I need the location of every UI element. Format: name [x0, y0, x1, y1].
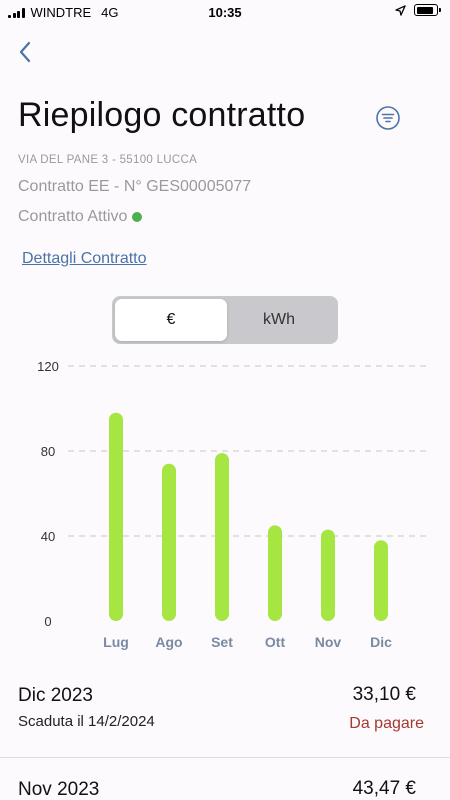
x-tick-label: Ott [265, 634, 286, 650]
bill-month: Dic 2023 [18, 685, 93, 706]
consumption-chart: 0 40 80 120 Lug Ago Set Ott Nov Dic [37, 359, 428, 650]
contract-number: Contratto EE - N° GES00005077 [18, 178, 252, 195]
bar-lug[interactable] [109, 412, 123, 621]
y-tick-label: 40 [41, 529, 55, 544]
bar-set[interactable] [215, 453, 229, 621]
bar-nov[interactable] [321, 529, 335, 621]
contract-status: Contratto Attivo [18, 208, 143, 226]
status-dot-icon [132, 212, 143, 222]
filter-list-icon[interactable] [375, 105, 401, 131]
y-tick-label: 80 [41, 444, 55, 459]
x-tick-label: Set [211, 634, 233, 650]
back-button[interactable] [12, 38, 40, 66]
bill-status-badge: Da pagare [349, 715, 424, 732]
contract-status-label: Contratto Attivo [18, 208, 128, 225]
divider [0, 757, 450, 758]
bill-due-date: Scaduta il 14/2/2024 [18, 713, 155, 730]
bill-amount: 43,47 € [352, 778, 416, 799]
y-tick-label: 0 [44, 614, 51, 629]
bar-ott[interactable] [268, 525, 282, 621]
battery-level [416, 6, 433, 14]
bill-month: Nov 2023 [18, 779, 100, 800]
toggle-euro[interactable]: € [115, 299, 227, 341]
bar-dic[interactable] [374, 540, 388, 621]
bill-amount: 33,10 € [352, 684, 416, 705]
unit-toggle: € kWh [112, 296, 338, 344]
page-title: Riepilogo contratto [18, 96, 306, 134]
x-tick-label: Ago [155, 634, 182, 650]
clock: 10:35 [208, 5, 242, 20]
battery-icon [414, 4, 441, 16]
contract-details-link[interactable]: Dettagli Contratto [22, 250, 147, 268]
x-tick-label: Nov [315, 634, 342, 650]
y-tick-label: 120 [37, 359, 59, 374]
bill-row-dic-2023[interactable]: Dic 2023 33,10 € Scaduta il 14/2/2024 Da… [0, 680, 450, 757]
bar-ago[interactable] [162, 463, 176, 621]
x-tick-label: Dic [370, 634, 392, 650]
status-right [395, 4, 441, 16]
status-bar: WINDTRE 4G 10:35 [0, 0, 450, 24]
location-arrow-icon [395, 4, 406, 16]
x-tick-label: Lug [103, 634, 129, 650]
contract-address: VIA DEL PANE 3 - 55100 LUCCA [18, 154, 198, 166]
toggle-kwh[interactable]: kWh [223, 299, 335, 341]
bill-row-nov-2023[interactable]: Nov 2023 43,47 € [0, 770, 450, 800]
